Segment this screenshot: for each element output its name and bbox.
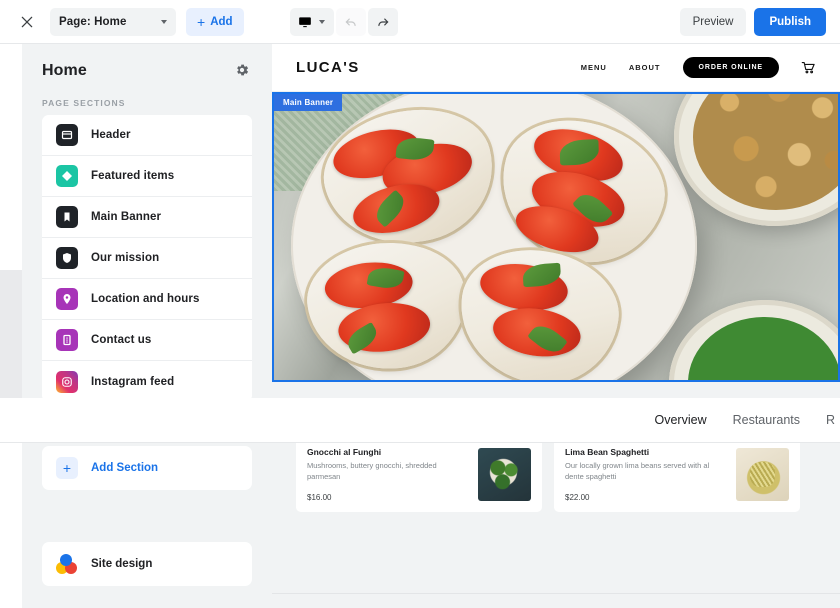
background-window-lower [0,270,22,398]
menu-item-name: Lima Bean Spaghetti [565,447,650,457]
site-design-label: Site design [91,558,153,570]
page-selector[interactable]: Page: Home [50,7,176,36]
preview-button[interactable]: Preview [679,7,747,36]
page-sections-list: Header Featured items Main Banner Our mi… [42,115,252,402]
site-logo[interactable]: LUCA'S [296,59,360,76]
overlay-tab-restaurants[interactable]: Restaurants [733,413,800,427]
page-selector-label: Page: Home [59,15,127,28]
sidebar-item-label: Header [91,129,131,141]
sidebar-item-location-and-hours[interactable]: Location and hours [42,279,252,320]
nav-link-menu[interactable]: MENU [581,63,607,72]
menu-item-name: Gnocchi al Funghi [307,447,382,457]
menu-item-text: Lima Bean Spaghetti Our locally grown li… [565,447,728,502]
instagram-icon [56,370,78,393]
order-online-button[interactable]: ORDER ONLINE [682,57,779,78]
menu-item-price: $22.00 [565,493,590,502]
chevron-down-icon [161,19,167,24]
section-selected-badge: Main Banner [274,94,343,111]
publish-button[interactable]: Publish [754,7,826,36]
desktop-icon [299,16,311,27]
site-design-button[interactable]: Site design [42,542,252,586]
page-sections-header: PAGE SECTIONS [42,98,126,108]
chevron-down-icon [319,19,326,24]
plus-icon: + [197,13,206,30]
site-header: LUCA'S MENU ABOUT ORDER ONLINE [272,44,840,92]
menu-item-card[interactable]: Gnocchi al Funghi Mushrooms, buttery gno… [296,437,542,512]
sidebar-item-featured-items[interactable]: Featured items [42,156,252,197]
device-and-history-group [289,7,398,36]
overlay-nav-bar: Overview Restaurants R [0,398,840,443]
add-section-button[interactable]: + Add Section [42,446,252,490]
redo-icon [377,18,388,26]
menu-item-thumbnail [736,448,789,501]
overlay-tab-clipped[interactable]: R [826,413,836,427]
editor-root: Page: Home + Add Preview Publish Home PA… [0,0,840,608]
menu-item-description: Our locally grown lima beans served with… [565,461,710,481]
menu-item-card[interactable]: Lima Bean Spaghetti Our locally grown li… [554,437,800,512]
page-title: Home [42,62,87,79]
sidebar-item-label: Featured items [91,170,175,182]
sidebar-item-header[interactable]: Header [42,115,252,156]
undo-icon [345,18,356,26]
menu-card-list: Gnocchi al Funghi Mushrooms, buttery gno… [296,437,816,512]
main-banner-section[interactable]: Main Banner [272,92,840,382]
sidebar-item-label: Main Banner [91,211,162,223]
device-selector[interactable] [289,7,334,36]
sidebar-gap-2 [22,490,272,542]
shield-icon [56,247,78,269]
header-icon [56,124,78,146]
sidebar-item-contact-us[interactable]: Contact us [42,320,252,361]
add-button[interactable]: + Add [186,7,244,36]
add-button-label: Add [210,15,233,28]
menu-item-thumbnail [478,448,531,501]
editor-toolbar: Page: Home + Add Preview Publish [0,0,840,44]
contact-icon [56,329,78,351]
menu-item-price: $16.00 [307,493,332,502]
sidebar-item-label: Contact us [91,334,152,346]
tag-icon [56,165,78,187]
palette-icon [56,553,78,575]
add-section-label: Add Section [91,462,159,474]
hero-image [274,94,838,380]
sidebar-item-label: Instagram feed [91,375,175,388]
cart-icon[interactable] [801,60,816,75]
banner-icon [56,206,78,228]
redo-button[interactable] [367,7,398,36]
nav-link-about[interactable]: ABOUT [629,63,661,72]
sidebar-header: Home [22,44,272,80]
pin-icon [56,288,78,310]
gear-icon[interactable] [234,62,252,80]
sidebar-item-main-banner[interactable]: Main Banner [42,197,252,238]
site-preview-canvas: LUCA'S MENU ABOUT ORDER ONLINE Main Bann… [272,44,840,608]
overlay-tab-overview[interactable]: Overview [655,413,707,427]
sidebar: Home PAGE SECTIONS Header Featured items [22,44,272,608]
menu-item-description: Mushrooms, buttery gnocchi, shredded par… [307,461,437,481]
close-icon[interactable] [14,9,40,35]
menu-item-text: Gnocchi al Funghi Mushrooms, buttery gno… [307,447,470,502]
canvas-divider [272,593,840,594]
undo-button[interactable] [335,7,366,36]
sidebar-item-label: Location and hours [91,293,200,305]
background-window-upper [0,44,22,270]
sidebar-item-our-mission[interactable]: Our mission [42,238,252,279]
sidebar-item-instagram-feed[interactable]: Instagram feed [42,361,252,402]
toolbar-actions: Preview Publish [679,7,826,36]
plus-icon: + [56,457,78,479]
sidebar-item-label: Our mission [91,252,160,264]
site-navigation: MENU ABOUT ORDER ONLINE [581,57,816,78]
